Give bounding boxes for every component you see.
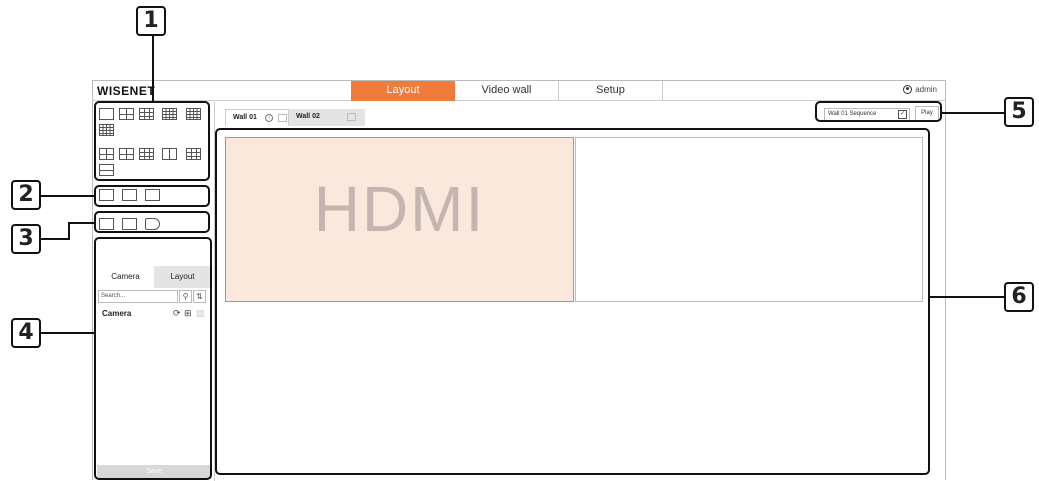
connector-3b <box>68 222 70 240</box>
highlight-video-wall <box>215 128 930 475</box>
connector-3c <box>68 222 95 224</box>
wall-02-label: Wall 02 <box>296 113 320 120</box>
highlight-camera-panel <box>94 237 212 480</box>
user-menu[interactable]: admin <box>903 85 937 94</box>
highlight-layout-grid <box>94 101 210 181</box>
tab-video-wall[interactable]: Video wall <box>455 81 559 101</box>
highlight-layout-tools <box>94 185 210 207</box>
info-icon[interactable]: i <box>265 114 273 122</box>
connector-4 <box>41 332 95 334</box>
callout-2: 2 <box>11 180 41 210</box>
wall-layout-icon <box>278 114 287 122</box>
callout-3: 3 <box>11 224 41 254</box>
connector-6 <box>929 296 1005 298</box>
connector-5 <box>941 112 1005 114</box>
tab-layout[interactable]: Layout <box>351 81 455 101</box>
tab-wall-01[interactable]: Wall 01 i <box>225 109 289 126</box>
wall-layout-icon <box>347 113 356 121</box>
wisenet-logo: WISENET <box>97 84 156 98</box>
callout-5: 5 <box>1004 97 1034 127</box>
tab-wall-02[interactable]: Wall 02 <box>289 109 365 126</box>
user-icon <box>903 85 913 94</box>
top-navigation-bar: WISENET Layout Video wall Setup admin <box>93 81 945 101</box>
tab-setup[interactable]: Setup <box>559 81 663 101</box>
callout-4: 4 <box>11 318 41 348</box>
highlight-output-tools <box>94 211 210 233</box>
connector-1 <box>152 36 154 102</box>
highlight-sequence <box>815 101 942 122</box>
callout-6: 6 <box>1004 282 1034 312</box>
user-name: admin <box>915 85 937 94</box>
callout-1: 1 <box>136 6 166 36</box>
wall-01-label: Wall 01 <box>233 114 257 121</box>
connector-2 <box>41 195 95 197</box>
connector-3a <box>41 238 69 240</box>
